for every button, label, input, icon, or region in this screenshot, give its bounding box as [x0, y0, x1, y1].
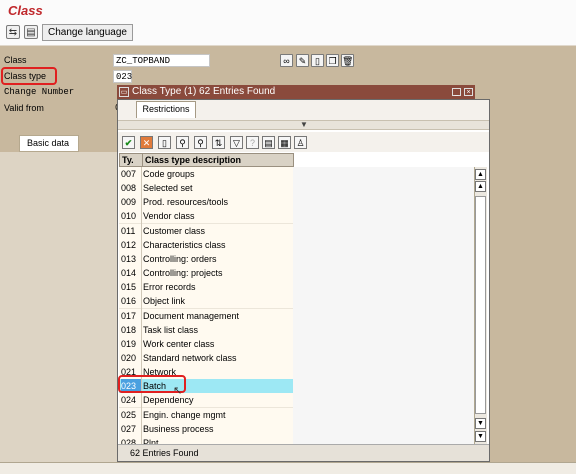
list-item[interactable]: 007 Code groups: [119, 167, 293, 182]
detail-icon[interactable]: ▯: [158, 136, 171, 149]
dialog-status-text: 62 Entries Found: [118, 444, 489, 461]
class-field[interactable]: ZC_TOPBAND: [113, 54, 210, 67]
list-item[interactable]: 014 Controlling: projects: [119, 266, 293, 282]
continue-check-icon[interactable]: ✔: [122, 136, 135, 149]
scroll-up-page-icon[interactable]: ▲: [475, 181, 486, 192]
list-item[interactable]: 013 Controlling: orders: [119, 251, 293, 267]
copy-icon[interactable]: ❐: [326, 54, 339, 67]
list-item-description: Customer class: [143, 225, 206, 236]
list-item[interactable]: 019 Work center class: [119, 336, 293, 352]
collapse-arrow-icon[interactable]: ▼: [300, 120, 308, 129]
list-item[interactable]: 017 Document management: [119, 308, 293, 324]
find-next-icon[interactable]: ⚲: [194, 136, 207, 149]
class-type-highlight: [1, 67, 57, 85]
list-item-description: Plnt: [143, 437, 159, 444]
window-title: Class: [8, 3, 43, 18]
find-icon[interactable]: ⚲: [176, 136, 189, 149]
filter-icon[interactable]: ▽: [230, 136, 243, 149]
change-language-button[interactable]: Change language: [42, 24, 133, 41]
list-item-description: Document management: [143, 310, 240, 321]
list-item[interactable]: 027 Business process: [119, 421, 293, 437]
minimize-icon[interactable]: _: [452, 88, 461, 96]
list-item-description: Task list class: [143, 324, 199, 335]
column-header-description[interactable]: Class type description: [142, 153, 294, 167]
class-type-field[interactable]: 023: [113, 70, 132, 83]
list-item-description: Standard network class: [143, 352, 237, 363]
status-bar: [0, 462, 576, 474]
tab-content-panel: [0, 152, 117, 462]
title-bar: [0, 0, 576, 22]
sort-icon[interactable]: ⇅: [212, 136, 225, 149]
list-item[interactable]: 009 Prod. resources/tools: [119, 195, 293, 211]
list-item-description: Error records: [143, 282, 196, 293]
list-item[interactable]: 028 Plnt: [119, 435, 293, 444]
display-change-icon[interactable]: ⇆: [6, 25, 20, 39]
list-item-description: Selected set: [143, 183, 193, 194]
cancel-icon[interactable]: ✕: [140, 136, 153, 149]
list-item[interactable]: 020 Standard network class: [119, 350, 293, 366]
list-item[interactable]: 015 Error records: [119, 280, 293, 296]
list-item-description: Object link: [143, 296, 186, 307]
scroll-down-icon[interactable]: ▼: [475, 431, 486, 442]
pencil-icon[interactable]: ✎: [296, 54, 309, 67]
list-item-description: Code groups: [143, 169, 195, 179]
print-icon[interactable]: ▤: [24, 25, 38, 39]
valid-from-label: Valid from: [4, 103, 44, 113]
list-item-description: Controlling: projects: [143, 268, 223, 279]
list-item[interactable]: 024 Dependency: [119, 393, 293, 409]
dialog-system-icon[interactable]: ▭: [119, 87, 129, 97]
list-item-description: Controlling: orders: [143, 253, 217, 264]
glasses-icon[interactable]: ∞: [280, 54, 293, 67]
change-number-label: Change Number: [4, 87, 75, 97]
list-item[interactable]: 011 Customer class: [119, 223, 293, 239]
personal-list-icon[interactable]: ♙: [294, 136, 307, 149]
application-toolbar: ⇆ ▤ Change language: [0, 22, 576, 46]
tab-basic-data[interactable]: Basic data: [19, 135, 79, 152]
list-item-description: Dependency: [143, 395, 194, 406]
list-item-description: Engin. change mgmt: [143, 409, 226, 420]
settings-icon[interactable]: ▦: [278, 136, 291, 149]
list-item[interactable]: 012 Characteristics class: [119, 237, 293, 253]
list-item-description: Vendor class: [143, 211, 195, 222]
close-icon[interactable]: ×: [464, 88, 473, 96]
code-column-divider: [119, 167, 142, 444]
mouse-cursor-icon: ↖: [173, 385, 183, 397]
list-item[interactable]: 010 Vendor class: [119, 209, 293, 225]
scroll-down-page-icon[interactable]: ▼: [475, 418, 486, 429]
new-document-icon[interactable]: ▯: [311, 54, 324, 67]
tab-restrictions[interactable]: Restrictions: [136, 101, 196, 118]
class-label: Class: [4, 55, 27, 65]
class-type-list: 007 Code groups 008 Selected set 009 Prod. re…: [119, 167, 474, 444]
list-item[interactable]: 008 Selected set: [119, 181, 293, 197]
scroll-up-icon[interactable]: ▲: [475, 169, 486, 180]
list-item[interactable]: 018 Task list class: [119, 322, 293, 338]
column-header-code[interactable]: Ty.: [119, 153, 143, 167]
list-item-description: Characteristics class: [143, 239, 226, 250]
list-item[interactable]: 016 Object link: [119, 294, 293, 310]
list-item-description: Business process: [143, 423, 214, 434]
list-item[interactable]: 025 Engin. change mgmt: [119, 407, 293, 423]
list-item-description: Work center class: [143, 338, 215, 349]
delete-icon[interactable]: 🗑: [341, 54, 354, 67]
list-item-description: Prod. resources/tools: [143, 197, 229, 208]
scrollbar-thumb[interactable]: [475, 196, 486, 414]
dialog-title: Class Type (1) 62 Entries Found: [117, 85, 475, 99]
print-list-icon[interactable]: ▤: [262, 136, 275, 149]
info-icon[interactable]: ?: [246, 136, 259, 149]
